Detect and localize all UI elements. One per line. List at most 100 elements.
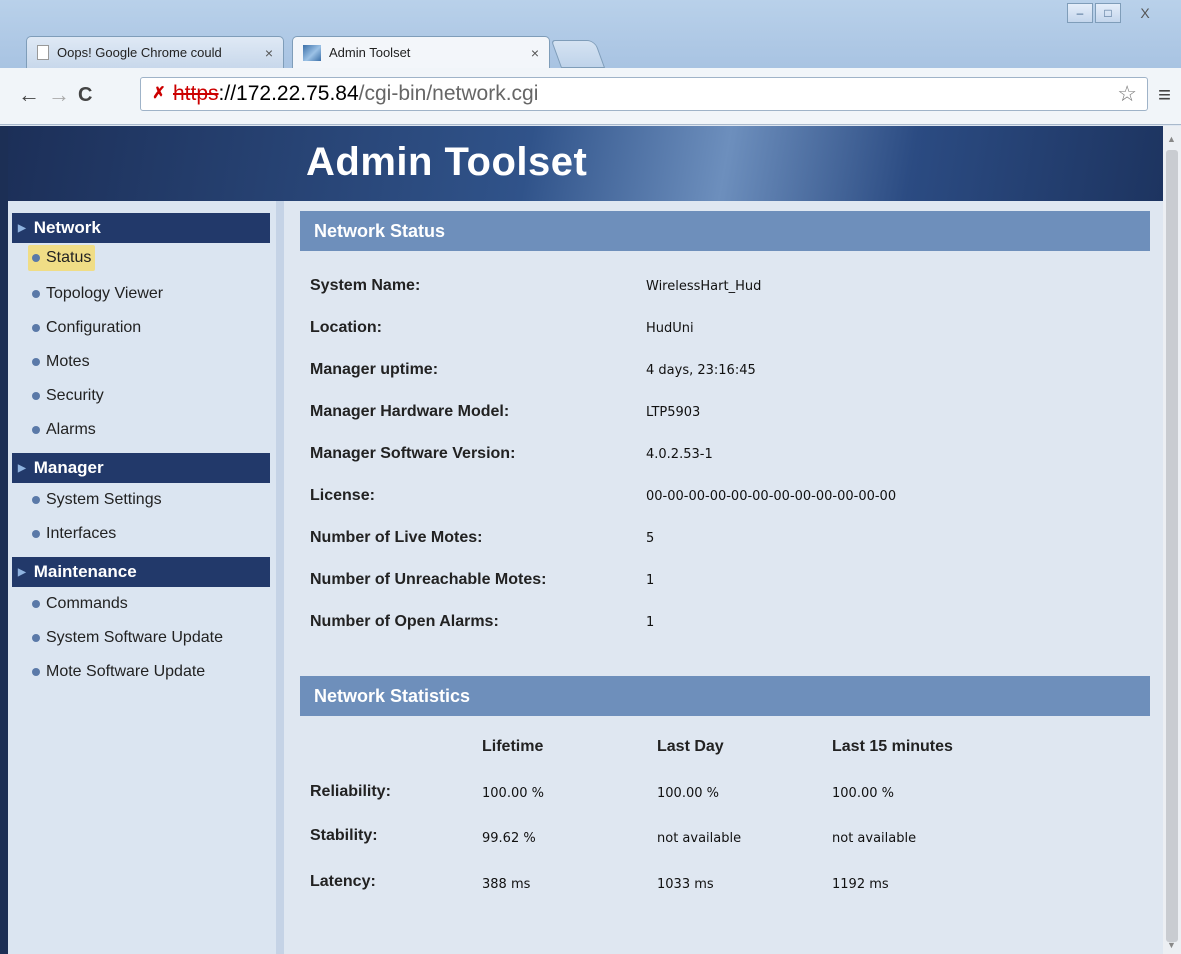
page-title: Admin Toolset [306,140,588,184]
stats-cell: 1033 ms [657,877,714,892]
stats-cell: 100.00 % [482,786,544,801]
tab-admin-toolset[interactable]: Admin Toolset × [292,36,550,68]
section-title: Network [33,218,101,237]
bullet-icon [32,324,40,332]
vertical-scrollbar[interactable]: ▲ ▼ [1163,126,1181,954]
sidebar-item-label: System Settings [46,491,162,508]
forward-arrow-icon[interactable]: → [48,82,70,108]
sidebar-item-configuration[interactable]: Configuration [28,311,145,345]
sidebar-item-label: Mote Software Update [46,663,206,680]
section-title: Maintenance [33,562,137,581]
sidebar-item-system-settings[interactable]: System Settings [28,483,166,517]
sidebar-section-maintenance[interactable]: ▶ Maintenance [12,557,270,587]
sidebar-divider [276,201,284,954]
stats-row-label: Reliability: [310,783,391,800]
page: Admin Toolset ▶ Network Status Topology … [0,126,1163,954]
chrome-menu-icon[interactable]: ≡ [1158,82,1171,108]
sidebar-item-alarms[interactable]: Alarms [28,413,100,447]
url-host: ://172.22.75.84 [218,82,359,105]
status-label: Number of Open Alarms: [310,613,499,630]
network-statistics-heading: Network Statistics [300,676,1150,716]
url-scheme: https [173,82,219,105]
bullet-icon [32,530,40,538]
status-value: WirelessHart_Hud [646,279,762,294]
main-content: Network Status System Name: WirelessHart… [292,201,1156,954]
status-value: 00-00-00-00-00-00-00-00-00-00-00-00 [646,489,897,504]
sidebar-item-security[interactable]: Security [28,379,108,413]
status-label: Manager Software Version: [310,445,516,462]
sidebar-item-mote-software-update[interactable]: Mote Software Update [28,655,209,689]
sidebar-item-label: Commands [46,595,128,612]
network-status-heading: Network Status [300,211,1150,251]
section-arrow-icon: ▶ [18,566,26,578]
status-value: LTP5903 [646,405,701,420]
stats-cell: 1192 ms [832,877,889,892]
status-value: 4 days, 23:16:45 [646,363,756,378]
close-window-button[interactable]: X [1123,3,1167,23]
tab-oops[interactable]: Oops! Google Chrome could × [26,36,284,68]
address-bar[interactable]: ✗ https://172.22.75.84/cgi-bin/network.c… [140,77,1148,111]
status-label: License: [310,487,375,504]
stats-column-header: Lifetime [482,738,544,755]
section-title: Manager [33,458,104,477]
status-value: 1 [646,573,655,588]
sidebar-item-label: Alarms [46,421,96,438]
bullet-icon [32,496,40,504]
sidebar-item-topology-viewer[interactable]: Topology Viewer [28,277,167,311]
scroll-thumb[interactable] [1166,150,1178,942]
sidebar-item-commands[interactable]: Commands [28,587,132,621]
sidebar-item-motes[interactable]: Motes [28,345,94,379]
sidebar-item-system-software-update[interactable]: System Software Update [28,621,227,655]
sidebar: ▶ Network Status Topology Viewer Configu… [8,201,276,954]
stats-cell: 388 ms [482,877,531,892]
status-value: 1 [646,615,655,630]
status-label: Manager Hardware Model: [310,403,510,420]
tab-title: Oops! Google Chrome could [57,45,222,60]
back-arrow-icon[interactable]: ← [18,82,40,108]
status-value: 5 [646,531,655,546]
status-value: 4.0.2.53-1 [646,447,713,462]
browser-toolbar: ← → C ✗ https://172.22.75.84/cgi-bin/net… [0,68,1181,125]
bullet-icon [32,358,40,366]
stats-row-label: Latency: [310,873,376,890]
minimize-button[interactable]: – [1067,3,1093,23]
sidebar-item-label: Status [46,249,92,266]
page-header: Admin Toolset [8,126,1163,201]
bullet-icon [32,668,40,676]
window-controls: – □ X [1067,3,1167,23]
section-arrow-icon: ▶ [18,222,26,234]
sidebar-item-label: Topology Viewer [46,285,164,302]
status-value: HudUni [646,321,694,336]
browser-tab-strip: Oops! Google Chrome could × Admin Toolse… [0,0,1181,68]
sidebar-section-manager[interactable]: ▶ Manager [12,453,270,483]
bullet-icon [32,290,40,298]
sidebar-item-interfaces[interactable]: Interfaces [28,517,120,551]
bullet-icon [32,634,40,642]
new-tab-button[interactable] [550,40,606,68]
sidebar-section-network[interactable]: ▶ Network [12,213,270,243]
sidebar-item-label: Interfaces [46,525,117,542]
sidebar-item-label: Security [46,387,104,404]
bullet-icon [32,392,40,400]
tab-title: Admin Toolset [329,45,411,60]
tab-close-icon[interactable]: × [531,45,539,61]
tab-close-icon[interactable]: × [265,45,273,61]
scroll-down-arrow-icon[interactable]: ▼ [1167,940,1176,950]
reload-icon[interactable]: C [78,84,92,107]
page-icon [37,45,49,60]
sidebar-item-label: Configuration [46,319,142,336]
status-label: Manager uptime: [310,361,439,378]
section-arrow-icon: ▶ [18,462,26,474]
scroll-up-arrow-icon[interactable]: ▲ [1167,134,1176,144]
stats-cell: not available [657,831,742,846]
maximize-button[interactable]: □ [1095,3,1121,23]
broken-lock-icon[interactable]: ✗ [149,84,169,104]
bookmark-star-icon[interactable]: ☆ [1117,81,1137,107]
bullet-icon [32,254,40,262]
status-label: Location: [310,319,382,336]
bullet-icon [32,600,40,608]
status-label: Number of Unreachable Motes: [310,571,547,588]
status-label: System Name: [310,277,421,294]
stats-cell: 99.62 % [482,831,536,846]
sidebar-item-status[interactable]: Status [28,245,96,271]
